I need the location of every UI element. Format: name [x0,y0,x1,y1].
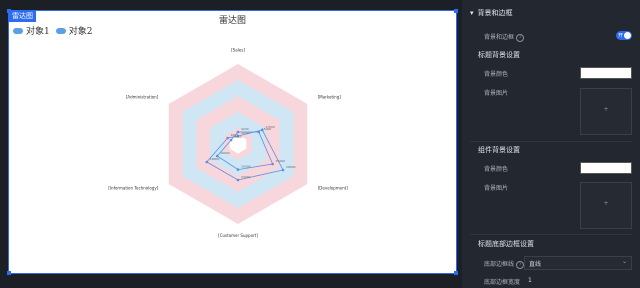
radar-plot: [Sales] [Marketing] [Development] [Customer… [108,48,348,238]
caret-down-icon: ▾ [470,9,474,17]
series-point[interactable] [229,138,233,142]
point-label: 18000 [210,157,220,161]
indicator-label: [Information Technology] [108,186,158,191]
point-label: 15000 [262,127,272,131]
indicator-label: [Sales] [231,48,245,53]
series-point[interactable] [271,162,274,166]
section-title: 背景和边框 [477,9,513,17]
indicator-label: [Customer Support] [218,233,258,238]
indicator-label: [Development] [318,186,348,191]
series-point[interactable] [205,160,209,164]
resize-handle[interactable] [7,271,11,275]
comp-bg-color-label: 背景颜色 [484,166,509,173]
series-point[interactable] [236,130,240,134]
help-icon[interactable]: ? [516,261,525,269]
indicator-label: [Marketing] [318,94,341,99]
resize-handle[interactable] [454,9,458,13]
comp-bg-color-picker[interactable] [580,162,632,174]
title-bottom-border-heading: 标题底部边框设置 [478,240,534,248]
point-label: 4200 [241,127,249,131]
bg-border-label: 背景和边框? [484,32,525,42]
point-label: 28000 [286,165,296,169]
point-label: 23000 [241,175,251,179]
indicator-label: [Administration] [126,94,159,99]
canvas-area: 雷达图 雷达图 对象1 对象2 [Sales] [Marketing] [Devel… [0,0,462,288]
series-point[interactable] [215,154,219,158]
title-bg-settings-heading: 标题背景设置 [478,51,520,59]
select-value: 直线 [529,261,542,268]
resize-handle[interactable] [7,9,11,13]
section-header[interactable]: ▾ 背景和边框 [470,8,513,18]
bottom-border-line-label: 底部边框线? [484,259,525,269]
properties-panel: ▾ 背景和边框 背景和边框? 开 标题背景设置 背景颜色 背景图片 + 组件背景… [462,0,640,288]
resize-handle[interactable] [454,271,458,275]
chevron-down-icon: ⌄ [621,258,627,265]
bottom-border-width-input[interactable]: 1 [528,277,532,284]
series-point[interactable] [236,168,240,171]
bottom-border-width-label: 底部边框宽度 [484,279,521,286]
plus-icon: + [603,200,609,207]
series-point[interactable] [226,136,229,140]
point-label: 3000 [234,135,242,139]
comp-bg-image-upload[interactable]: + [580,182,632,229]
point-label: 16000 [220,151,230,155]
help-icon[interactable]: ? [516,34,525,42]
series-point[interactable] [236,178,240,182]
bg-image-label: 背景图片 [484,90,509,97]
bg-border-toggle[interactable]: 开 [616,31,632,40]
bg-image-upload[interactable]: + [580,88,632,135]
divider [470,234,632,235]
point-label: 19000 [241,165,251,169]
divider [470,141,632,142]
series-point[interactable] [257,130,261,134]
plus-icon: + [603,106,609,113]
bottom-border-line-select[interactable]: 直线 ⌄ [524,256,632,270]
radar-chart-component[interactable]: 雷达图 雷达图 对象1 对象2 [Sales] [Marketing] [Devel… [7,9,458,275]
bg-color-label: 背景颜色 [484,71,509,78]
bg-color-picker[interactable] [580,67,632,79]
point-label: 25000 [276,159,286,163]
comp-bg-image-label: 背景图片 [484,185,509,192]
series-point[interactable] [281,168,285,172]
component-bg-settings-heading: 组件背景设置 [478,146,520,154]
